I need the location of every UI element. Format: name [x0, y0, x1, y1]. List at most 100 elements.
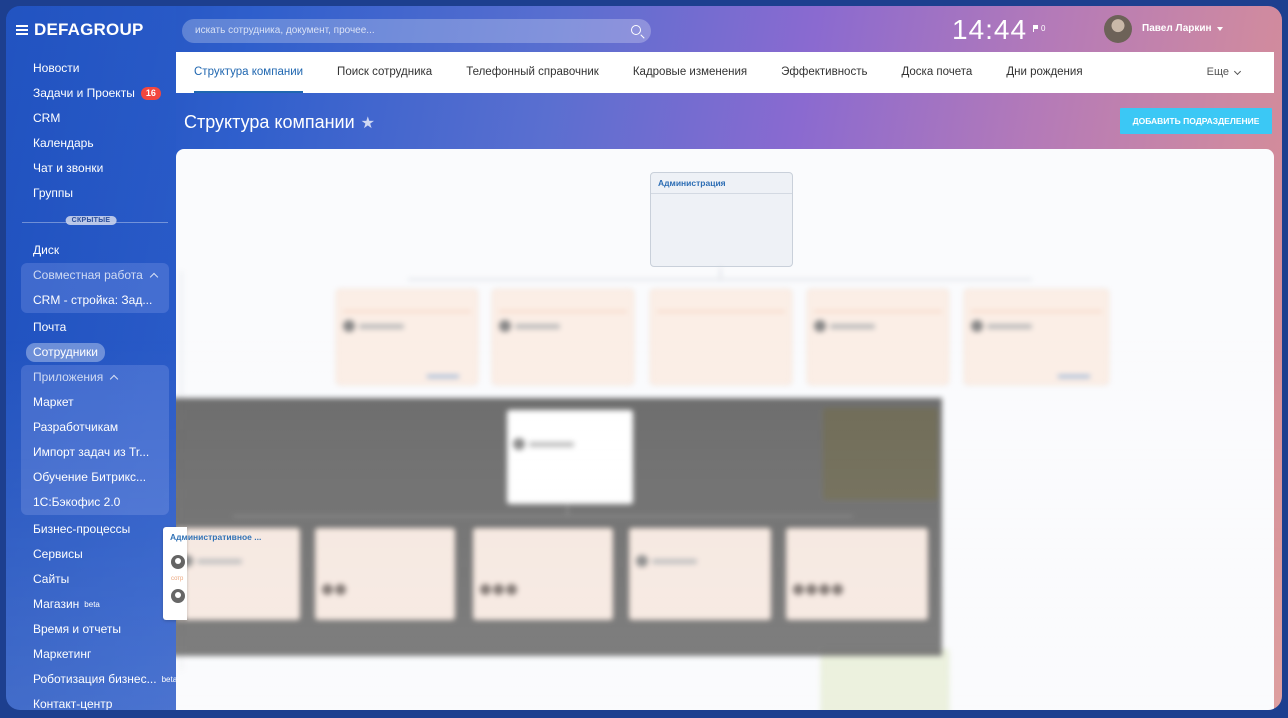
sidebar-item-1c[interactable]: 1С:Бэкофис 2.0: [21, 490, 169, 515]
group-title: Совместная работа: [33, 268, 143, 282]
sidebar-item-chat[interactable]: Чат и звонки: [6, 156, 176, 181]
sidebar-item-groups[interactable]: Группы: [6, 181, 176, 206]
connector: [408, 279, 1032, 280]
hidden-toggle[interactable]: СКРЫТЫЕ: [65, 216, 117, 225]
avatar[interactable]: [1104, 15, 1132, 43]
department-card[interactable]: [823, 408, 938, 500]
sidebar-item-marketing[interactable]: Маркетинг: [6, 642, 176, 667]
tab-structure[interactable]: Структура компании: [194, 52, 304, 93]
sidebar-item-developers[interactable]: Разработчикам: [21, 415, 169, 440]
sidebar-item-label: Группы: [33, 186, 73, 200]
department-card[interactable]: [473, 528, 613, 620]
employee-name: [987, 323, 1032, 329]
divider-line: [814, 311, 942, 312]
department-title: [651, 290, 791, 311]
department-card[interactable]: [821, 649, 949, 710]
employee-avatars: [480, 584, 612, 595]
department-card[interactable]: [315, 528, 455, 620]
department-title: [337, 290, 477, 311]
more-link: [427, 375, 459, 378]
tab-hr-changes[interactable]: Кадровые изменения: [633, 52, 747, 93]
sidebar-item-calendar[interactable]: Календарь: [6, 131, 176, 156]
avatar: [971, 320, 983, 332]
user-menu[interactable]: Павел Ларкин: [1142, 23, 1223, 34]
search-icon[interactable]: [631, 25, 641, 35]
sidebar-item-services[interactable]: Сервисы: [6, 542, 176, 567]
more-link: [1058, 375, 1090, 378]
tabs-more-label: Еще: [1206, 66, 1229, 78]
sidebar-item-time[interactable]: Время и отчеты: [6, 617, 176, 642]
department-card[interactable]: [336, 289, 478, 385]
sidebar-item-sites[interactable]: Сайты: [6, 567, 176, 592]
sidebar-item-news[interactable]: Новости: [6, 56, 176, 81]
menu-icon[interactable]: [16, 25, 28, 35]
apps-group-header[interactable]: Приложения: [21, 365, 169, 390]
employee-name: [529, 441, 574, 447]
sidebar-item-contact-center[interactable]: Контакт-центр: [6, 692, 176, 710]
employee-name: [652, 558, 697, 564]
department-card[interactable]: [629, 528, 771, 620]
sidebar-item-label: Диск: [33, 243, 60, 257]
tab-birthdays[interactable]: Дни рождения: [1006, 52, 1082, 93]
group-title: Приложения: [33, 370, 104, 384]
add-department-button[interactable]: ДОБАВИТЬ ПОДРАЗДЕЛЕНИЕ: [1120, 108, 1272, 134]
sidebar-item-label: Роботизация бизнес...: [33, 672, 157, 686]
sidebar-item-training[interactable]: Обучение Битрикс...: [21, 465, 169, 490]
sidebar-item-tasks[interactable]: Задачи и Проекты 16: [6, 81, 176, 106]
dragged-card[interactable]: [507, 410, 633, 504]
connector: [567, 504, 568, 516]
notifications[interactable]: 0: [1033, 24, 1045, 33]
divider-line: [971, 311, 1102, 312]
sidebar-item-label: Время и отчеты: [33, 622, 122, 636]
tab-search-employee[interactable]: Поиск сотрудника: [337, 52, 432, 93]
app-window: DEFAGROUP Новости Задачи и Проекты 16 CRM…: [6, 6, 1282, 710]
sidebar-item-bp[interactable]: Бизнес-процессы: [6, 517, 176, 542]
apps-group: Приложения Маркет Разработчикам Импорт з…: [21, 365, 169, 515]
drag-overlay: [176, 398, 942, 656]
connector: [233, 516, 853, 517]
sidebar-item-import[interactable]: Импорт задач из Tr...: [21, 440, 169, 465]
employees-label: сотр: [171, 576, 184, 582]
star-icon[interactable]: ★: [361, 113, 375, 133]
page-title-row: Структура компании ★: [184, 112, 375, 133]
tab-efficiency[interactable]: Эффективность: [781, 52, 867, 93]
avatar: [499, 320, 511, 332]
department-card[interactable]: [807, 289, 949, 385]
sidebar-item-robotization[interactable]: Роботизация бизнес... beta: [6, 667, 177, 692]
collab-group-header[interactable]: Совместная работа: [21, 263, 169, 288]
search-input[interactable]: искать сотрудника, документ, прочее...: [182, 19, 651, 43]
avatar: [343, 320, 355, 332]
employee-name: [359, 323, 404, 329]
page-title: Структура компании: [184, 112, 355, 132]
sidebar-item-employees[interactable]: Сотрудники: [6, 340, 176, 365]
avatar: [814, 320, 826, 332]
sidebar-item-label: Календарь: [33, 136, 94, 150]
employee: [343, 320, 477, 332]
employee-avatars: [793, 584, 927, 595]
sidebar-item-label: Почта: [33, 320, 67, 334]
department-card[interactable]: [786, 528, 928, 620]
sidebar-item-label: 1С:Бэкофис 2.0: [33, 495, 121, 509]
tab-honor-board[interactable]: Доска почета: [901, 52, 972, 93]
clock[interactable]: 14:44: [952, 14, 1027, 46]
department-card[interactable]: [492, 289, 634, 385]
divider-line: [657, 311, 785, 312]
department-card[interactable]: [650, 289, 792, 385]
department-card[interactable]: [964, 289, 1109, 385]
logo[interactable]: DEFAGROUP: [16, 20, 143, 40]
org-root-card[interactable]: Администрация: [650, 172, 793, 267]
divider-line: [343, 311, 471, 312]
collab-group: Совместная работа CRM - стройка: Зад...: [21, 263, 169, 313]
sidebar-item-shop[interactable]: Магазин beta: [6, 592, 176, 617]
sidebar-item-label: Сайты: [33, 572, 70, 586]
tabs-more[interactable]: Еще: [1206, 52, 1242, 93]
tab-phonebook[interactable]: Телефонный справочник: [466, 52, 599, 93]
sidebar-item-disk[interactable]: Диск: [6, 238, 176, 263]
sidebar-item-market[interactable]: Маркет: [21, 390, 169, 415]
sidebar-item-crm[interactable]: CRM: [6, 106, 176, 131]
sidebar: DEFAGROUP Новости Задачи и Проекты 16 CRM…: [6, 6, 177, 710]
sidebar-menu: Новости Задачи и Проекты 16 CRM Календарь…: [6, 56, 177, 710]
sidebar-item-label: Бизнес-процессы: [33, 522, 131, 536]
sidebar-item-crm-build[interactable]: CRM - стройка: Зад...: [21, 288, 169, 313]
sidebar-item-mail[interactable]: Почта: [6, 315, 176, 340]
